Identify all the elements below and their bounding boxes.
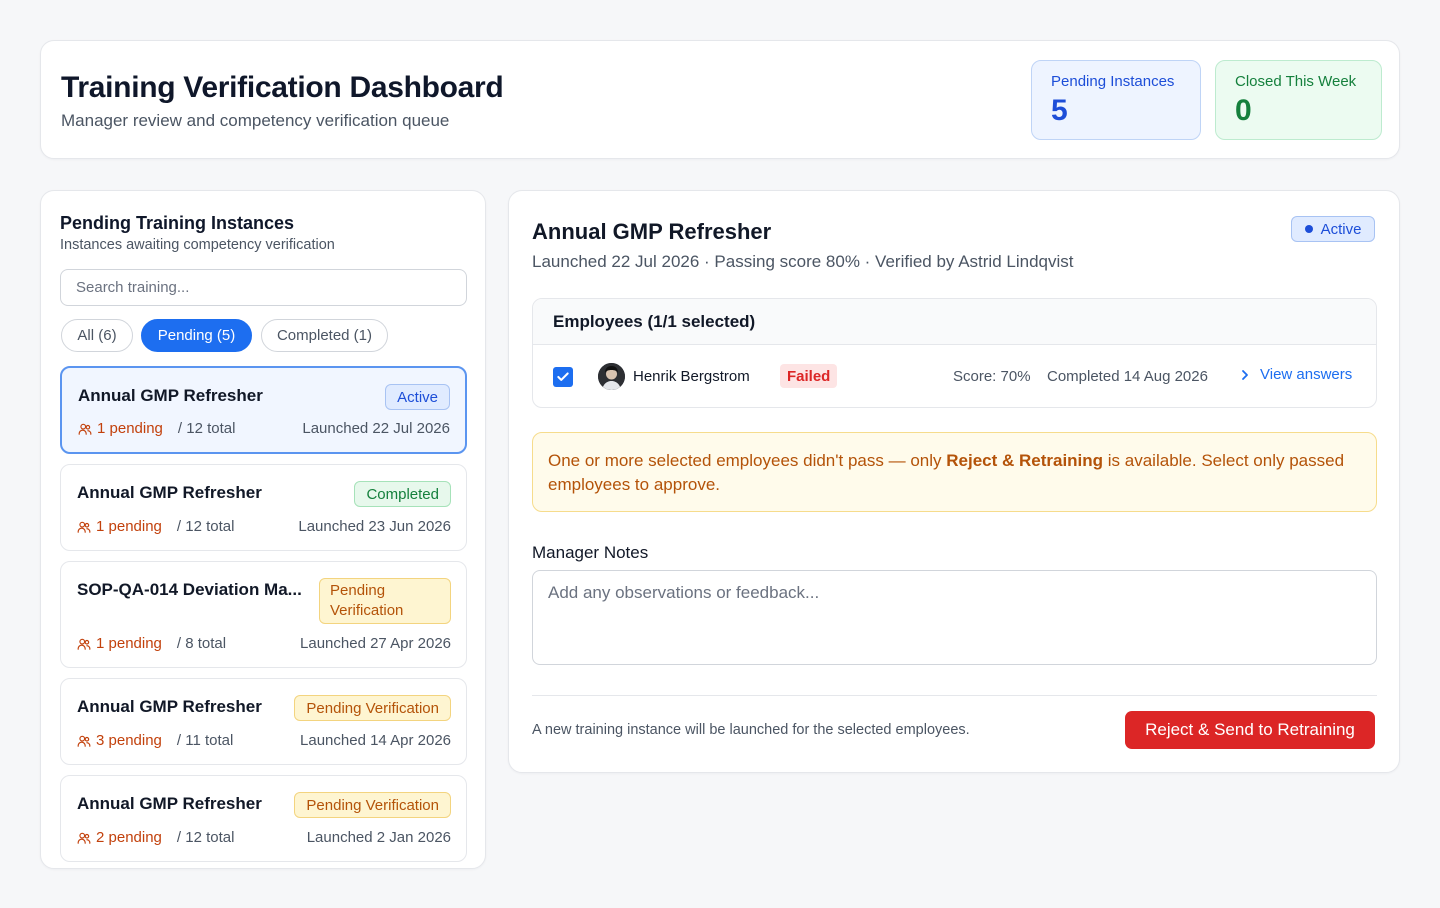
instance-meta: 1 pending / 12 total	[78, 420, 235, 437]
employee-score: Score: 70%	[953, 368, 1031, 385]
closed-this-week-label: Closed This Week	[1235, 73, 1357, 90]
status-badge: Completed	[354, 481, 451, 507]
users-icon	[77, 735, 91, 747]
page-title: Training Verification Dashboard	[61, 71, 504, 104]
manager-notes-label: Manager Notes	[532, 543, 649, 562]
total-count: / 12 total	[176, 829, 235, 846]
launch-date: Launched 2 Jan 2026	[306, 829, 451, 846]
instance-name: SOP-QA-014 Deviation Ma...	[77, 580, 302, 599]
instance-name: Annual GMP Refresher	[77, 794, 262, 813]
instance-card[interactable]: SOP-QA-014 Deviation Ma... Pending Verif…	[60, 561, 467, 668]
instance-meta: 1 pending / 12 total	[77, 518, 234, 535]
detail-title: Annual GMP Refresher	[532, 219, 772, 244]
instance-card[interactable]: Annual GMP Refresher Pending Verificatio…	[60, 775, 467, 862]
detail-status-badge: Active	[1291, 216, 1375, 242]
pending-count: 1 pending	[77, 635, 162, 652]
users-icon	[77, 638, 91, 650]
page-subtitle: Manager review and competency verificati…	[61, 111, 450, 130]
filter-completed[interactable]: Completed (1)	[261, 319, 388, 352]
employees-header: Employees (1/1 selected)	[533, 299, 1376, 345]
users-icon	[77, 832, 91, 844]
status-badge: Pending Verification	[319, 578, 451, 624]
instance-card[interactable]: Annual GMP Refresher Active 1 pending / …	[60, 366, 467, 454]
pending-count: 3 pending	[77, 732, 162, 749]
pending-count-text: 1 pending	[97, 420, 163, 437]
employee-name: Henrik Bergstrom	[633, 368, 750, 385]
footer-note: A new training instance will be launched…	[532, 722, 970, 738]
pending-count: 2 pending	[77, 829, 162, 846]
pending-instances-stat: Pending Instances 5	[1031, 60, 1201, 140]
instance-meta: 3 pending / 11 total	[77, 732, 233, 749]
pending-instances-value: 5	[1051, 94, 1068, 127]
dot-icon	[1304, 225, 1313, 233]
total-count: / 8 total	[176, 635, 227, 652]
instance-card[interactable]: Annual GMP Refresher Pending Verificatio…	[60, 678, 467, 765]
detail-status-text: Active	[1320, 220, 1362, 238]
launch-date: Launched 22 Jul 2026	[302, 420, 450, 437]
check-icon	[557, 372, 569, 381]
filter-pending[interactable]: Pending (5)	[141, 319, 252, 352]
instance-meta: 1 pending / 8 total	[77, 635, 226, 652]
warning-banner: One or more selected employees didn't pa…	[532, 432, 1377, 512]
total-count: / 12 total	[176, 518, 235, 535]
total-count: / 12 total	[177, 420, 236, 437]
pending-count-text: 1 pending	[96, 635, 162, 652]
warning-text-bold: Reject & Retraining	[946, 451, 1104, 470]
panel-title: Pending Training Instances	[60, 213, 295, 233]
employee-checkbox[interactable]	[553, 367, 573, 387]
instance-name: Annual GMP Refresher	[77, 697, 262, 716]
status-badge: Pending Verification	[294, 792, 451, 818]
pending-count-text: 2 pending	[96, 829, 162, 846]
reject-retraining-button[interactable]: Reject & Send to Retraining	[1125, 711, 1375, 749]
pending-count-text: 3 pending	[96, 732, 162, 749]
pending-count-text: 1 pending	[96, 518, 162, 535]
pending-instances-label: Pending Instances	[1051, 73, 1175, 90]
users-icon	[77, 521, 91, 533]
panel-subtitle: Instances awaiting competency verificati…	[60, 237, 335, 253]
closed-this-week-value: 0	[1235, 94, 1252, 127]
instance-meta: 2 pending / 12 total	[77, 829, 234, 846]
launch-date: Launched 27 Apr 2026	[300, 635, 451, 652]
launch-date: Launched 14 Apr 2026	[300, 732, 451, 749]
detail-subtitle: Launched 22 Jul 2026 · Passing score 80%…	[532, 252, 1074, 271]
view-answers-label: View answers	[1260, 366, 1353, 383]
search-input[interactable]	[60, 269, 467, 306]
result-badge: Failed	[780, 364, 838, 388]
pending-instances-panel: Pending Training Instances Instances awa…	[40, 190, 486, 869]
instance-detail-panel: Annual GMP Refresher Launched 22 Jul 202…	[508, 190, 1400, 773]
closed-this-week-stat: Closed This Week 0	[1215, 60, 1382, 140]
filter-all[interactable]: All (6)	[61, 319, 133, 352]
pending-count: 1 pending	[78, 420, 163, 437]
status-badge: Pending Verification	[294, 695, 451, 721]
total-count: / 11 total	[176, 732, 234, 749]
instance-name: Annual GMP Refresher	[77, 483, 262, 502]
pending-count: 1 pending	[77, 518, 162, 535]
employee-row: Henrik Bergstrom Failed Score: 70% Compl…	[533, 345, 1376, 407]
avatar	[598, 363, 625, 390]
users-icon	[78, 423, 92, 435]
instance-name: Annual GMP Refresher	[78, 386, 263, 405]
launch-date: Launched 23 Jun 2026	[298, 518, 451, 535]
divider	[532, 695, 1377, 696]
manager-notes-field[interactable]	[532, 570, 1377, 665]
view-answers-link[interactable]: View answers	[1240, 366, 1352, 383]
employees-table: Employees (1/1 selected) Henrik Bergstro…	[532, 298, 1377, 408]
status-badge: Active	[385, 384, 450, 410]
chevron-right-icon	[1242, 369, 1248, 380]
warning-text-before: One or more selected employees didn't pa…	[548, 451, 947, 470]
dashboard-header: Training Verification Dashboard Manager …	[40, 40, 1400, 159]
employee-completed-date: Completed 14 Aug 2026	[1047, 368, 1208, 385]
instance-card[interactable]: Annual GMP Refresher Completed 1 pending…	[60, 464, 467, 551]
